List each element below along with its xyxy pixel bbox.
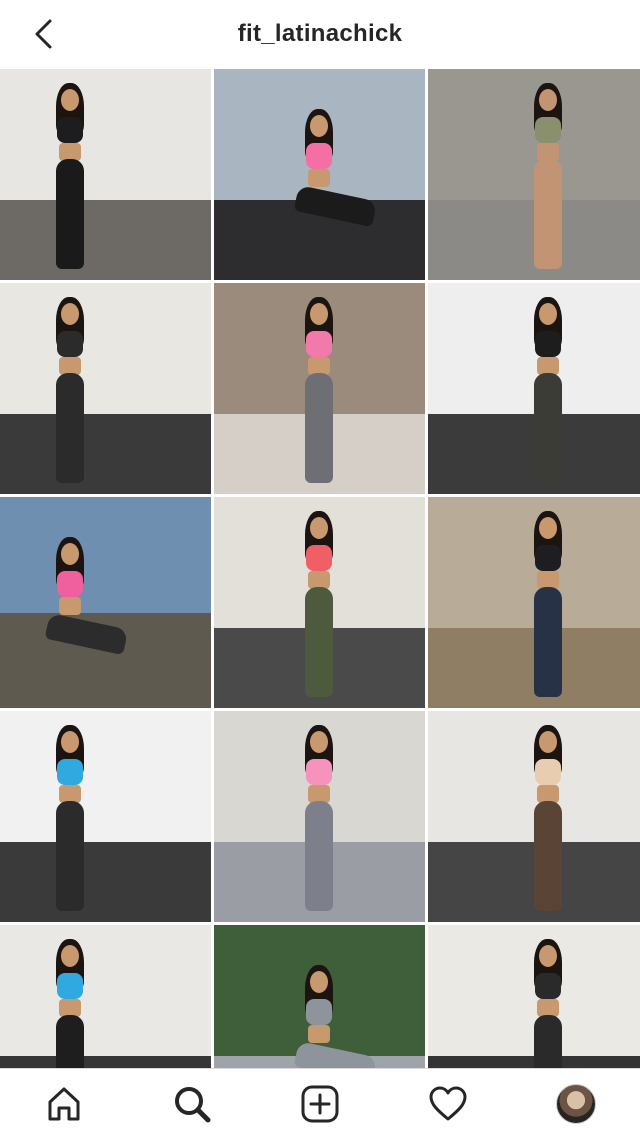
subject-top [306,999,332,1025]
subject-legs [305,801,333,911]
subject-head [310,115,328,137]
photo-subject [40,297,100,487]
subject-top [535,759,561,785]
post-thumbnail[interactable] [214,711,425,922]
subject-head [61,89,79,111]
bottom-tab-bar [0,1068,640,1139]
subject-head [539,303,557,325]
subject-legs [305,373,333,483]
subject-head [61,543,79,565]
subject-top [306,545,332,571]
photo-subject [289,297,349,487]
photo-subject [40,537,129,708]
subject-top [57,331,83,357]
top-bar: fit_latinachick [0,0,640,68]
profile-username-title: fit_latinachick [237,20,403,47]
activity-tab[interactable] [416,1072,480,1136]
home-icon [48,1087,80,1121]
search-tab[interactable] [160,1072,224,1136]
subject-top [57,973,83,999]
subject-top [306,143,332,169]
post-thumbnail[interactable] [0,711,211,922]
post-thumbnail[interactable] [428,69,640,280]
photo-subject [518,297,578,487]
photo-subject [518,83,578,273]
subject-head [310,971,328,993]
photo-subject [289,511,349,701]
subject-top [535,331,561,357]
subject-head [539,89,557,111]
subject-top [306,331,332,357]
photo-floor [0,199,211,280]
search-icon [175,1087,211,1123]
subject-midriff [308,1025,330,1043]
subject-top [57,117,83,143]
subject-head [539,945,557,967]
subject-head [539,731,557,753]
subject-legs [305,587,333,697]
photo-subject [40,725,100,915]
subject-head [310,517,328,539]
subject-midriff [59,597,81,615]
subject-top [535,117,561,143]
heart-icon [429,1086,467,1121]
new-post-tab[interactable] [288,1072,352,1136]
subject-legs [56,801,84,911]
photo-subject [518,725,578,915]
subject-head [61,945,79,967]
post-thumbnail[interactable] [214,283,425,494]
avatar [556,1084,596,1124]
subject-legs [534,159,562,269]
photo-floor [0,841,211,922]
subject-top [57,759,83,785]
subject-head [539,517,557,539]
home-tab[interactable] [32,1072,96,1136]
photo-subject [289,725,349,915]
post-thumbnail[interactable] [428,711,640,922]
subject-top [535,545,561,571]
subject-legs [534,373,562,483]
post-thumbnail[interactable] [214,497,425,708]
photo-subject [518,511,578,701]
post-thumbnail[interactable] [428,497,640,708]
photo-subject [289,109,378,280]
subject-legs [534,587,562,697]
subject-legs [56,159,84,269]
subject-head [61,303,79,325]
subject-head [310,731,328,753]
explore-post-grid [0,69,640,1136]
subject-top [57,571,83,597]
plus-square-icon [301,1085,339,1123]
subject-top [535,973,561,999]
subject-top [306,759,332,785]
post-thumbnail[interactable] [428,283,640,494]
subject-midriff [308,169,330,187]
photo-floor [0,413,211,494]
post-thumbnail[interactable] [0,283,211,494]
subject-legs [293,185,378,228]
post-thumbnail[interactable] [214,69,425,280]
photo-subject [40,83,100,273]
subject-legs [56,373,84,483]
post-thumbnail[interactable] [0,69,211,280]
profile-tab[interactable] [544,1072,608,1136]
subject-legs [534,801,562,911]
subject-head [310,303,328,325]
subject-head [61,731,79,753]
post-thumbnail[interactable] [0,497,211,708]
